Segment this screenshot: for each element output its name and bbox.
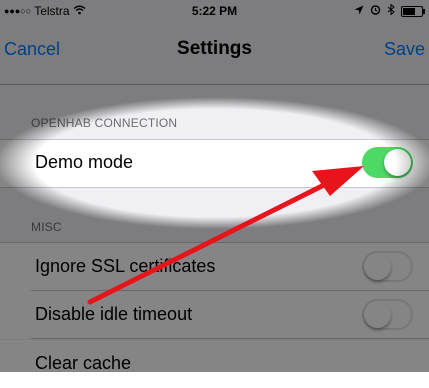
demo-mode-label: Demo mode (35, 152, 134, 172)
navigation-bar: Cancel Settings Save (0, 22, 429, 85)
alarm-icon (370, 4, 381, 18)
disable-idle-timeout-switch[interactable] (362, 299, 413, 330)
demo-mode-row: Demo mode (0, 139, 429, 188)
status-bar: ●●●○○ Telstra 5:22 PM (0, 0, 429, 22)
disable-idle-timeout-row: Disable idle timeout (0, 291, 429, 339)
disable-idle-timeout-label: Disable idle timeout (35, 304, 193, 324)
demo-mode-switch[interactable] (362, 147, 413, 178)
ignore-ssl-switch[interactable] (362, 251, 413, 282)
battery-icon (401, 5, 425, 17)
page-title: Settings (177, 38, 252, 59)
row-separator (31, 338, 429, 339)
status-right (354, 3, 425, 18)
ignore-ssl-label: Ignore SSL certificates (35, 256, 216, 276)
switch-knob (384, 149, 411, 176)
location-arrow-icon (354, 5, 364, 18)
ignore-ssl-row: Ignore SSL certificates (0, 242, 429, 291)
section-header-openhab-connection: OPENHAB CONNECTION (31, 116, 178, 130)
clear-cache-row[interactable]: Clear cache (0, 340, 429, 388)
clear-cache-label: Clear cache (35, 353, 132, 373)
switch-knob (364, 301, 391, 328)
section-header-misc: MISC (31, 220, 62, 234)
settings-screen: ●●●○○ Telstra 5:22 PM Cancel Settings Sa… (0, 0, 429, 388)
bluetooth-icon (387, 3, 395, 18)
switch-knob (364, 253, 391, 280)
save-button[interactable]: Save (384, 39, 425, 60)
